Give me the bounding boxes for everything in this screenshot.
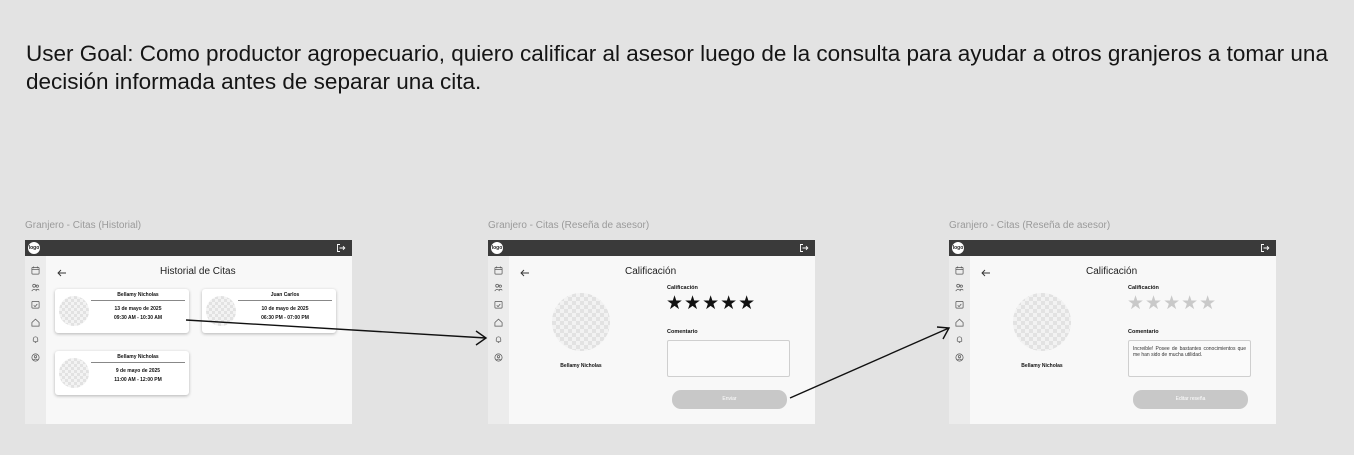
star-rating[interactable]: ★★★★★ [666,294,756,314]
home-icon[interactable] [955,318,964,327]
frame-label-historial: Granjero - Citas (Historial) [25,220,142,231]
top-bar: logo [25,240,352,256]
advisor-name: Bellamy Nicholas [560,363,602,369]
page-title: Calificación [1086,266,1138,277]
card-date: 10 de mayo de 2025 [261,306,309,312]
logo[interactable]: logo [28,242,40,254]
logo[interactable]: logo [491,242,503,254]
sidebar [25,256,46,424]
star-rating[interactable]: ★★★★★ [1127,294,1217,314]
advisor-avatar [1013,293,1071,351]
comment-textarea[interactable] [667,340,790,377]
back-arrow-icon[interactable] [57,269,67,277]
card-name: Bellamy Nicholas [91,354,185,363]
profile-icon[interactable] [31,353,40,362]
bell-icon[interactable] [494,335,503,344]
home-icon[interactable] [31,318,40,327]
bell-icon[interactable] [955,335,964,344]
logo[interactable]: logo [952,242,964,254]
rating-label: Calificación [1128,285,1159,291]
screen-historial: logo Historial de Citas Bellamy Nicholas… [25,240,352,424]
advisor-name: Bellamy Nicholas [1021,363,1063,369]
advisor-avatar [552,293,610,351]
calendar-check-icon[interactable] [494,300,503,309]
users-icon[interactable] [31,283,40,292]
avatar [59,296,89,326]
profile-icon[interactable] [494,353,503,362]
frame-label-resena: Granjero - Citas (Reseña de asesor) [488,220,650,231]
calendar-check-icon[interactable] [955,300,964,309]
profile-icon[interactable] [955,353,964,362]
comment-label: Comentario [667,329,698,335]
calendar-check-icon[interactable] [31,300,40,309]
top-bar: logo [488,240,815,256]
users-icon[interactable] [955,283,964,292]
edit-review-button[interactable]: Editar reseña [1133,390,1248,409]
screen-resena-new: logo Calificación Bellamy Nicholas Calif… [488,240,815,424]
comment-text: Increible! Posee de bastantes conocimien… [1133,346,1246,358]
card-name: Bellamy Nicholas [91,292,185,301]
card-time: 09:30 AM - 10:30 AM [114,315,162,321]
frame-label-resena-edit: Granjero - Citas (Reseña de asesor) [949,220,1111,231]
card-date: 9 de mayo de 2025 [115,368,161,374]
calendar-icon[interactable] [494,266,503,275]
comment-textarea[interactable]: Increible! Posee de bastantes conocimien… [1128,340,1251,377]
page-title: Historial de Citas [160,266,236,277]
screen-resena-edit: logo Calificación Bellamy Nicholas Calif… [949,240,1276,424]
calendar-icon[interactable] [31,266,40,275]
card-time: 11:00 AM - 12:00 PM [114,377,162,383]
avatar [59,358,89,388]
home-icon[interactable] [494,318,503,327]
sidebar [949,256,970,424]
card-date: 13 de mayo de 2025 [114,306,162,312]
appointment-card[interactable]: Juan Carlos 10 de mayo de 2025 06:30 PM … [202,289,336,333]
appointment-card[interactable]: Bellamy Nicholas 9 de mayo de 2025 11:00… [55,351,189,395]
appointment-card[interactable]: Bellamy Nicholas 13 de mayo de 2025 09:3… [55,289,189,333]
top-bar: logo [949,240,1276,256]
card-name: Juan Carlos [238,292,332,301]
users-icon[interactable] [494,283,503,292]
back-arrow-icon[interactable] [520,269,530,277]
sidebar [488,256,509,424]
logout-icon[interactable] [336,243,346,253]
bell-icon[interactable] [31,335,40,344]
avatar [206,296,236,326]
back-arrow-icon[interactable] [981,269,991,277]
card-time: 06:30 PM - 07:00 PM [261,315,309,321]
comment-label: Comentario [1128,329,1159,335]
logout-icon[interactable] [1260,243,1270,253]
logout-icon[interactable] [799,243,809,253]
page-title: Calificación [625,266,677,277]
user-goal-text: User Goal: Como productor agropecuario, … [26,41,1328,94]
rating-label: Calificación [667,285,698,291]
submit-button[interactable]: Enviar [672,390,787,409]
calendar-icon[interactable] [955,266,964,275]
